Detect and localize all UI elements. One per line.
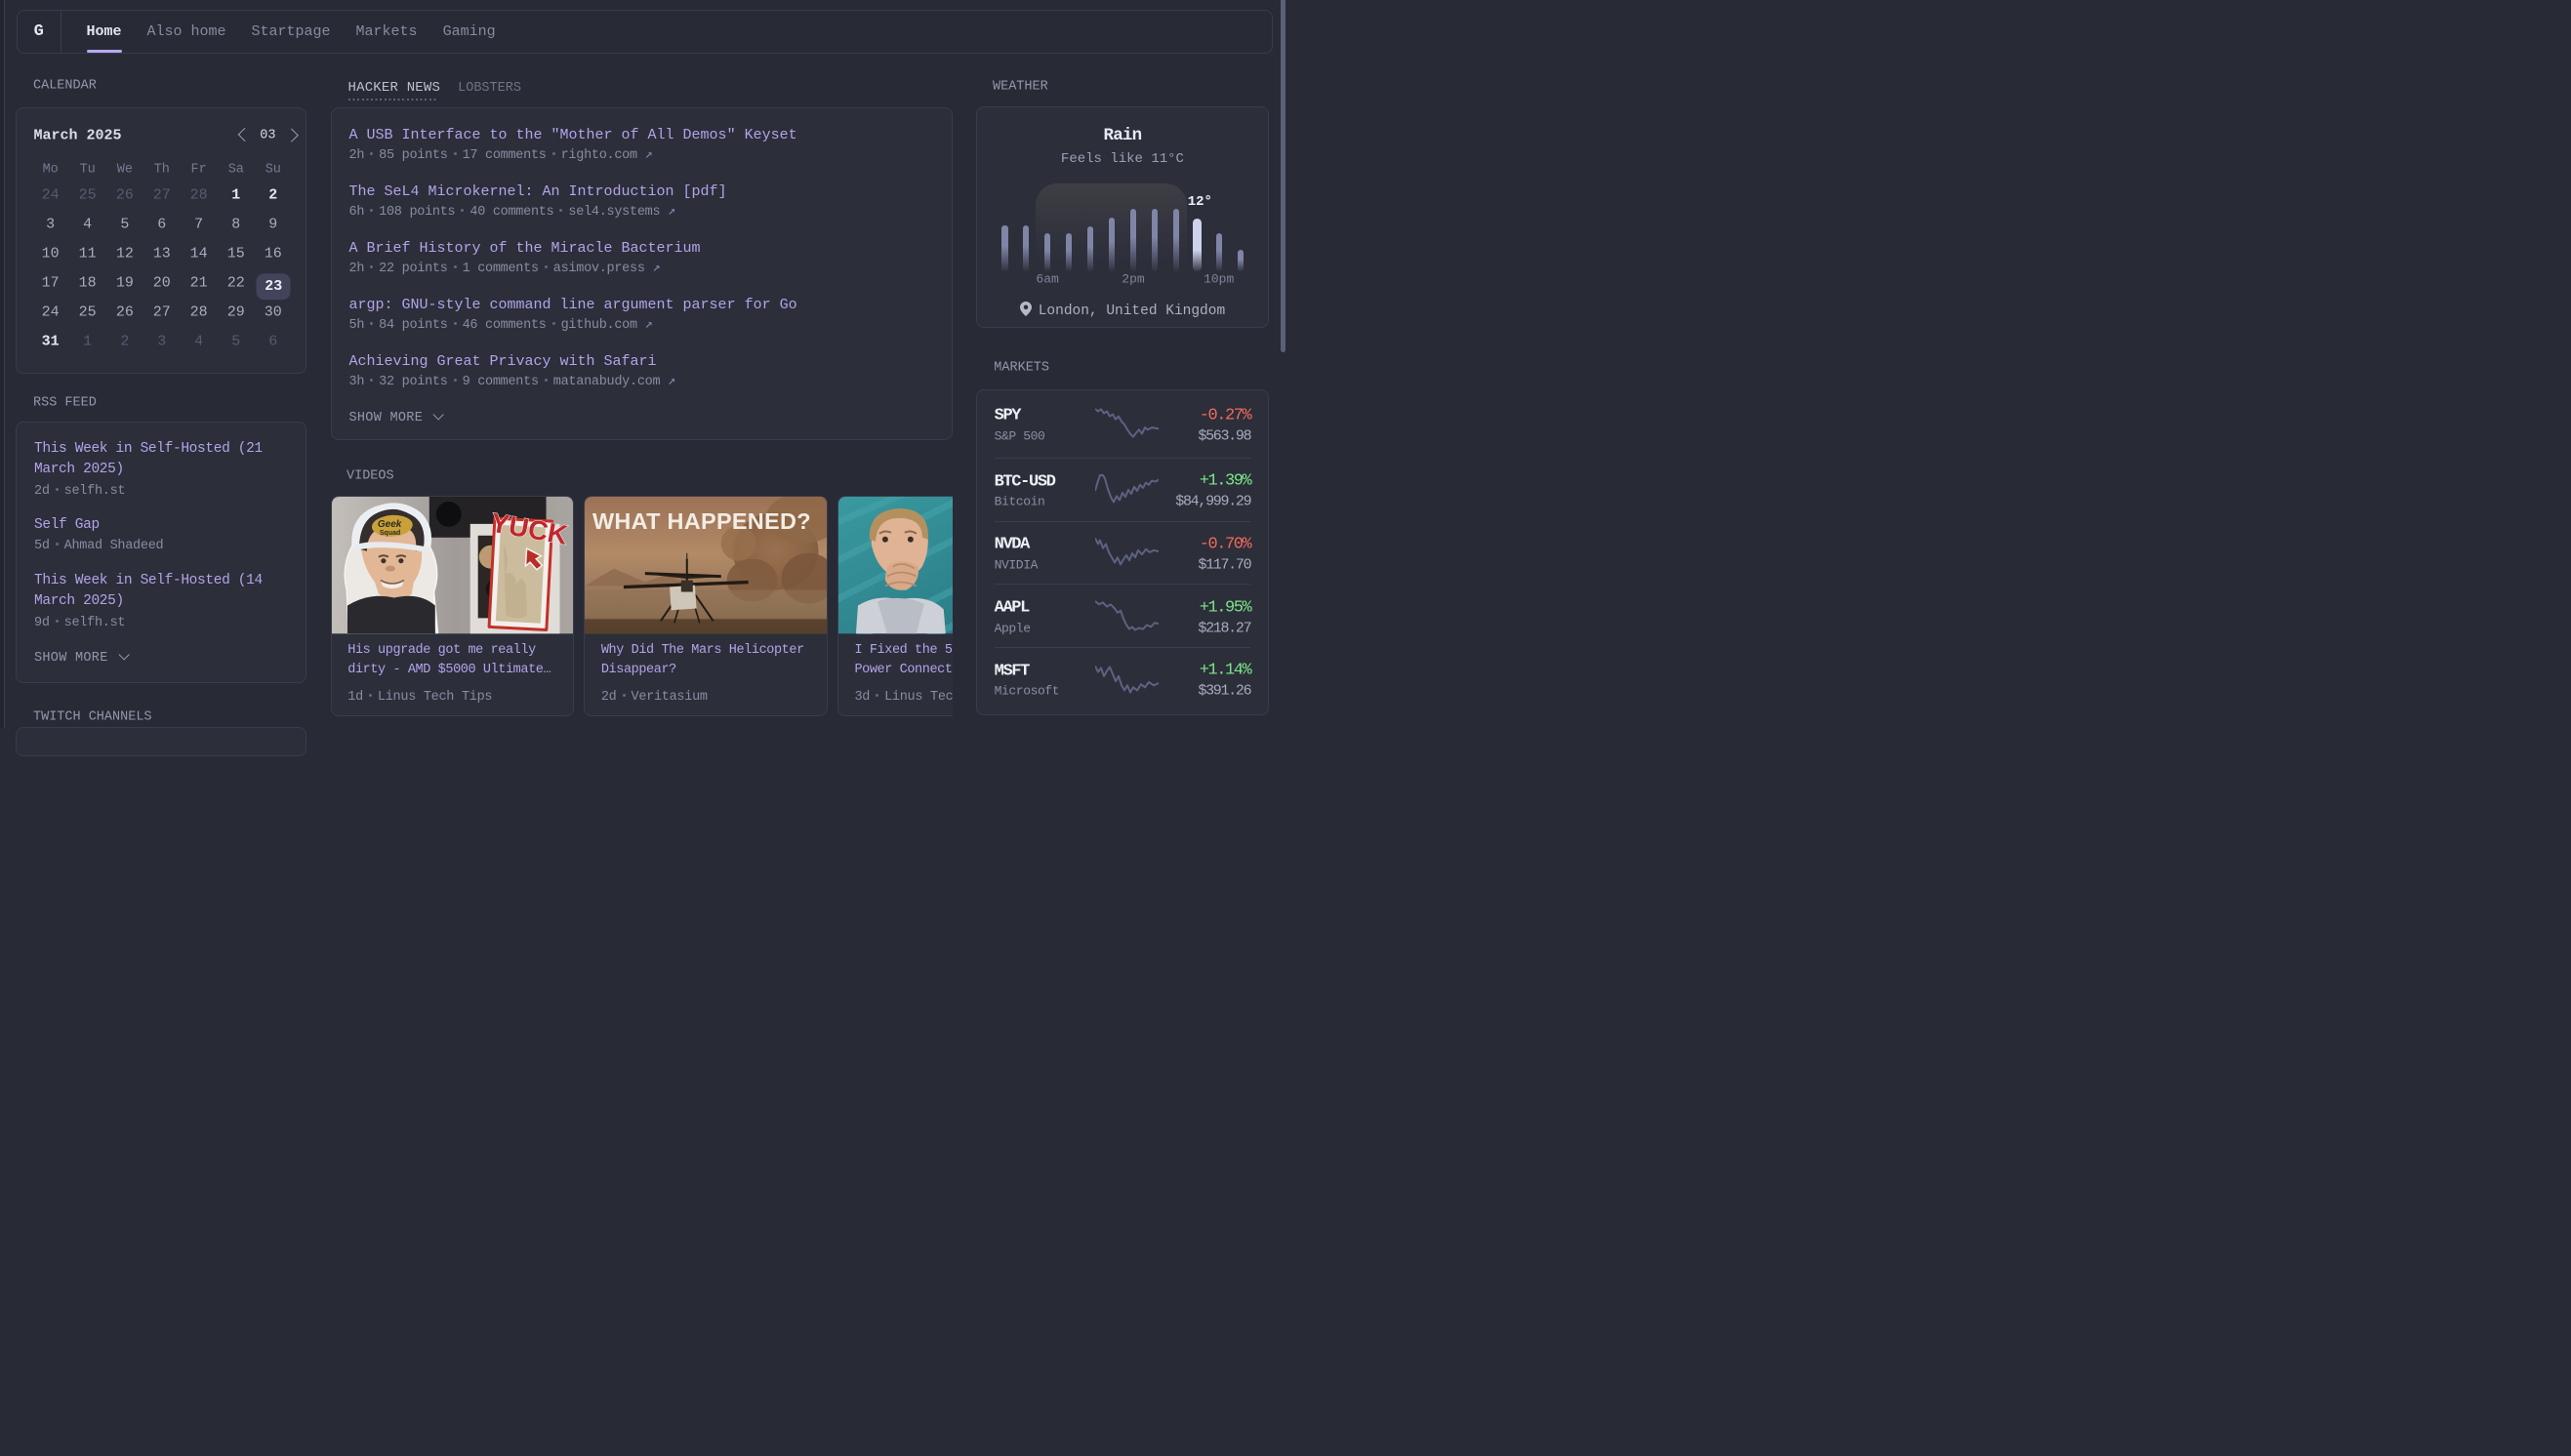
svg-text:WHAT HAPPENED?: WHAT HAPPENED?	[592, 508, 811, 534]
svg-text:Squad: Squad	[380, 530, 400, 537]
svg-text:Geek: Geek	[378, 519, 402, 530]
